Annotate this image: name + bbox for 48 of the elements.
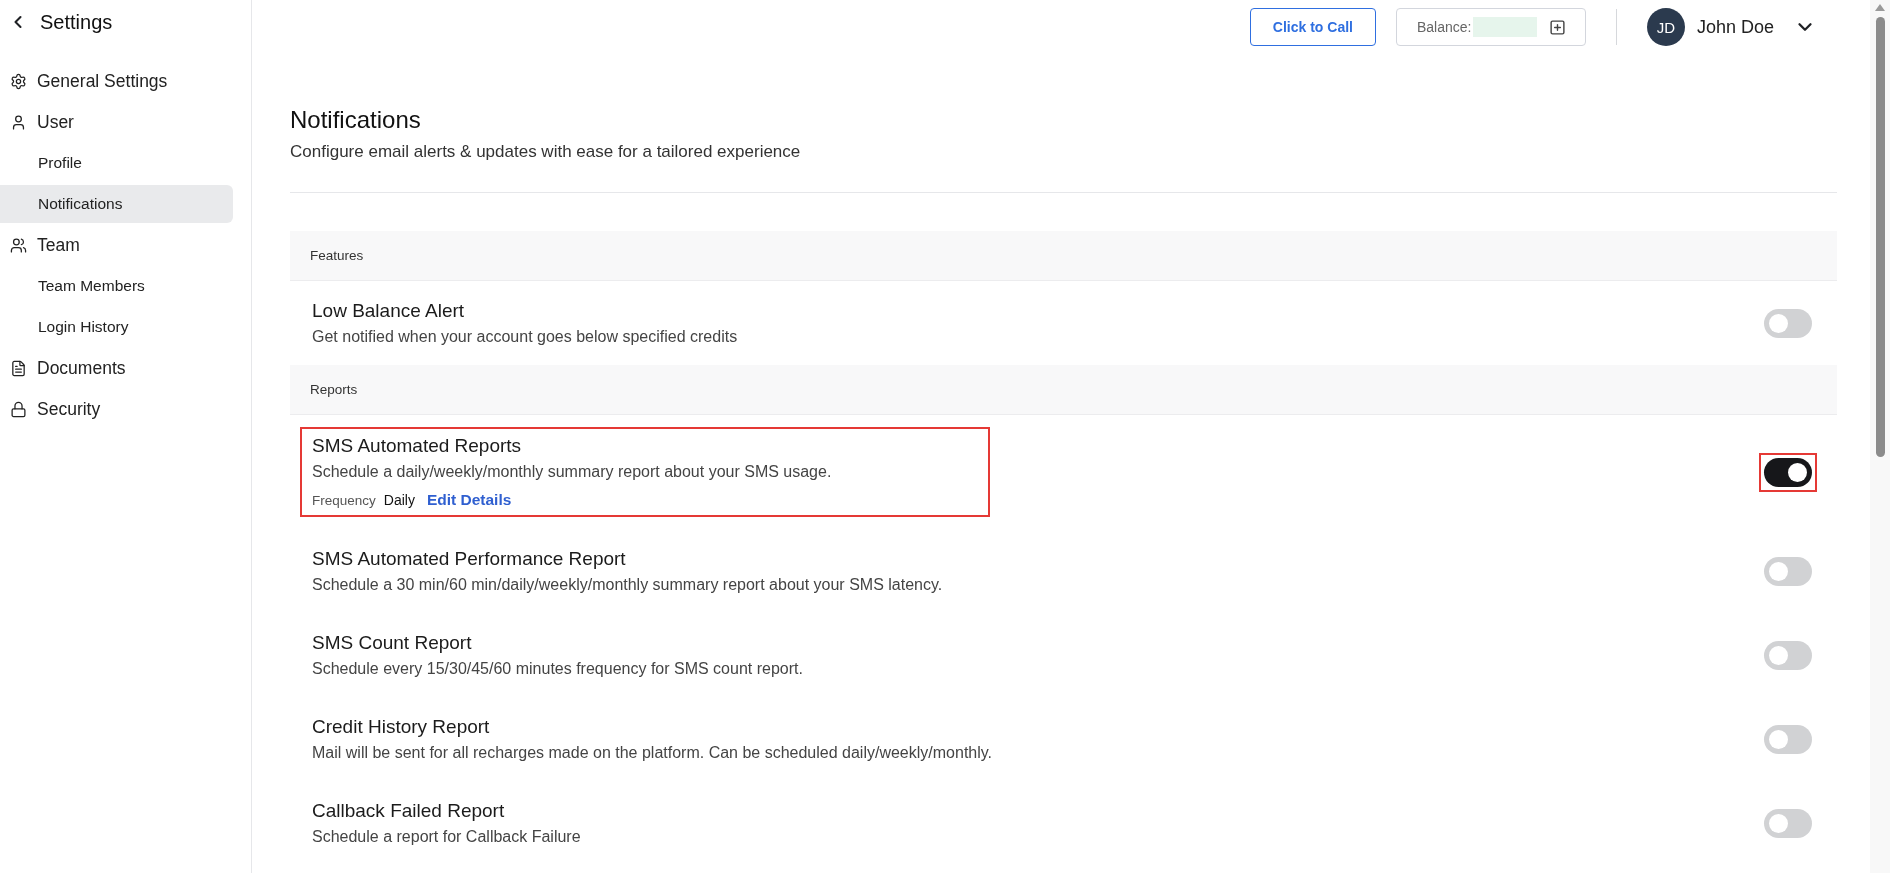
- setting-title: Low Balance Alert: [312, 300, 466, 322]
- setting-description: Schedule a report for Callback Failure: [312, 828, 581, 846]
- frequency-label: Frequency: [312, 493, 376, 508]
- user-avatar[interactable]: JD: [1646, 8, 1685, 46]
- sidebar-item[interactable]: Team: [0, 226, 233, 264]
- toggle-switch[interactable]: [1764, 556, 1812, 586]
- setting-title: SMS Automated Reports: [312, 435, 523, 457]
- sidebar-item[interactable]: User: [0, 103, 233, 141]
- setting-title: Credit History Report: [312, 716, 491, 738]
- sidebar-item[interactable]: Team Members: [0, 267, 233, 305]
- toggle-switch[interactable]: [1764, 724, 1812, 754]
- edit-details-link[interactable]: Edit Details: [426, 491, 512, 509]
- scroll-up-icon[interactable]: [1875, 4, 1885, 11]
- nav-icon: [10, 72, 27, 90]
- toggle-switch[interactable]: [1764, 308, 1812, 338]
- setting-description: Schedule a daily/weekly/monthly summary report about your SMS usage.: [312, 463, 833, 481]
- nav-icon: [10, 236, 27, 254]
- sidebar-item[interactable]: Notifications: [0, 185, 233, 223]
- page-title: Notifications: [290, 106, 422, 134]
- setting-description: Get notified when your account goes below specified credits: [312, 328, 738, 346]
- nav-icon: [10, 359, 27, 377]
- setting-description: Schedule every 15/30/45/60 minutes frequency for SMS count report.: [312, 660, 803, 678]
- section-header: Reports: [290, 365, 1837, 415]
- setting-title: Callback Failed Report: [312, 800, 506, 822]
- scroll-thumb[interactable]: [1875, 17, 1885, 457]
- setting-title: SMS Automated Performance Report: [312, 548, 627, 570]
- frequency-value: Daily: [383, 492, 415, 508]
- scrollbar[interactable]: [1870, 0, 1890, 873]
- add-balance-icon[interactable]: [1549, 18, 1567, 36]
- sidebar-item[interactable]: Profile: [0, 144, 233, 182]
- page-subtitle: Configure email alerts & updates with ease for a tailored experience: [290, 142, 802, 162]
- redacted-value: [1473, 17, 1538, 37]
- balance-label: Balance:: [1416, 19, 1472, 35]
- section-header: Features: [290, 231, 1837, 281]
- sidebar-item[interactable]: General Settings: [0, 62, 233, 100]
- sidebar-item[interactable]: Login History: [0, 308, 233, 346]
- nav-icon: [10, 400, 27, 418]
- nav-icon: [10, 113, 27, 131]
- toggle-switch[interactable]: [1764, 808, 1812, 838]
- click-to-call-button[interactable]: Click to Call: [1249, 8, 1376, 46]
- setting-description: Mail will be sent for all recharges made on the platform. Can be scheduled daily/weekly/monthly.: [312, 744, 993, 762]
- setting-title: SMS Count Report: [312, 632, 473, 654]
- sidebar-title: Settings: [40, 10, 113, 34]
- sidebar-item[interactable]: Documents: [0, 349, 233, 387]
- setting-description: Schedule a 30 min/60 min/daily/weekly/monthly summary report about your SMS latency.: [312, 576, 943, 594]
- user-name: John Doe: [1696, 16, 1774, 38]
- sidebar-item[interactable]: Security: [0, 390, 233, 428]
- toggle-switch[interactable]: [1764, 640, 1812, 670]
